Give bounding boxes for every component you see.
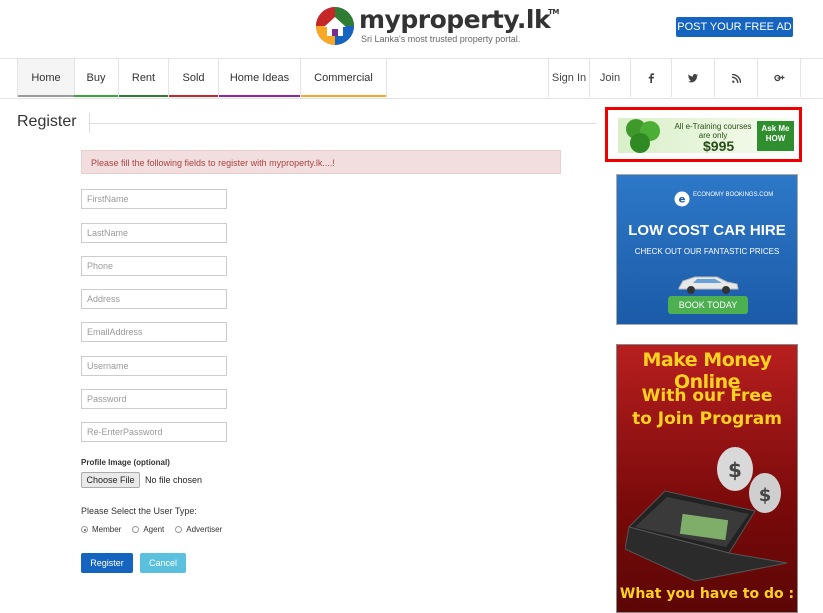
site-tagline: Sri Lanka's most trusted property portal… <box>361 34 521 44</box>
user-type-agent[interactable]: Agent <box>132 525 164 534</box>
ask-me-how-button[interactable]: Ask Me HOW <box>757 121 794 151</box>
radio-button[interactable] <box>132 526 140 533</box>
first-name-input[interactable] <box>81 189 227 209</box>
radio-label: Member <box>92 525 122 534</box>
nav-label: Home Ideas <box>229 72 290 84</box>
facebook-icon[interactable] <box>630 59 671 97</box>
training-ad-banner[interactable]: All e-Training courses are only $995 Ask… <box>605 107 802 162</box>
page-title: Register <box>17 113 77 130</box>
sign-in-link[interactable]: Sign In <box>548 59 589 97</box>
nav-label: Buy <box>86 72 106 84</box>
ad-price: $995 <box>703 138 735 154</box>
trademark: TM <box>548 8 559 16</box>
radio-label: Agent <box>143 525 165 534</box>
ad-headline: LOW COST CAR HIRE <box>628 222 786 239</box>
last-name-input[interactable] <box>81 223 227 243</box>
nav-underline <box>119 95 168 97</box>
twitter-icon[interactable] <box>671 59 714 97</box>
laptop-money-icon: $ $ <box>625 447 788 582</box>
site-name: myproperty.lk <box>359 5 551 34</box>
nav-underline <box>169 95 218 97</box>
post-free-ad-button[interactable]: POST YOUR FREE AD <box>676 17 793 37</box>
svg-text:e: e <box>679 195 686 206</box>
user-type-member[interactable]: Member <box>81 525 121 534</box>
radio-button[interactable] <box>81 526 88 533</box>
ad-footer: What you have to do : <box>619 586 795 602</box>
reenter-password-input[interactable] <box>81 422 227 442</box>
ad-brand: ECONOMY BOOKINGS.COM <box>693 192 774 198</box>
user-type-options: Member Agent Advertiser <box>81 525 233 534</box>
make-money-ad[interactable]: Make Money Online With our Free to Join … <box>616 344 798 613</box>
password-input[interactable] <box>81 389 227 409</box>
economy-logo-icon: e <box>674 191 690 207</box>
choose-file-button[interactable]: Choose File <box>81 472 140 488</box>
nav-sold[interactable]: Sold <box>169 59 219 97</box>
nav-label: Home <box>31 72 61 84</box>
file-status: No file chosen <box>145 475 203 485</box>
user-type-advertiser[interactable]: Advertiser <box>175 525 222 534</box>
ad-subtext: With our Free to Join Program <box>632 386 782 429</box>
nav-rent[interactable]: Rent <box>119 59 169 97</box>
registration-alert: Please fill the following fields to regi… <box>81 150 561 174</box>
nav-label: Sold <box>182 72 205 84</box>
car-hire-ad[interactable]: e ECONOMY BOOKINGS.COM LOW COST CAR HIRE… <box>616 174 798 325</box>
google-plus-icon[interactable] <box>757 59 801 97</box>
header: myproperty.lkTM Sri Lanka's most trusted… <box>0 0 823 58</box>
radio-button[interactable] <box>175 526 183 533</box>
ad-subtext: CHECK OUT OUR FANTASTIC PRICES <box>634 247 780 256</box>
nav-underline <box>219 95 300 97</box>
file-upload: Choose File No file chosen <box>81 472 202 488</box>
username-input[interactable] <box>81 356 227 376</box>
ad-body: All e-Training courses are only $995 Ask… <box>618 118 794 154</box>
svg-text:$: $ <box>728 458 742 482</box>
cancel-button[interactable]: Cancel <box>140 553 186 573</box>
main-nav: Home Buy Rent Sold Home Ideas Commercial… <box>0 58 823 99</box>
profile-image-label: Profile Image (optional) <box>81 458 170 467</box>
radio-label: Advertiser <box>186 525 223 534</box>
nav-home[interactable]: Home <box>17 59 75 97</box>
nav-commercial[interactable]: Commercial <box>301 59 387 97</box>
nav-buy[interactable]: Buy <box>74 59 119 97</box>
car-icon <box>678 276 739 294</box>
email-input[interactable] <box>81 322 227 342</box>
nav-label: Rent <box>131 72 156 84</box>
svg-text:$: $ <box>759 485 772 506</box>
nav-underline <box>74 95 118 97</box>
nav-label: Commercial <box>314 72 373 84</box>
rss-icon[interactable] <box>714 59 757 97</box>
book-today-button[interactable]: BOOK TODAY <box>668 296 748 314</box>
site-logo[interactable]: myproperty.lkTM Sri Lanka's most trusted… <box>315 6 561 50</box>
register-button[interactable]: Register <box>81 553 133 573</box>
join-link[interactable]: Join <box>589 59 630 97</box>
address-input[interactable] <box>81 289 227 309</box>
nav-underline <box>301 95 386 97</box>
title-rule <box>90 123 596 124</box>
phone-input[interactable] <box>81 256 227 276</box>
user-type-label: Please Select the User Type: <box>81 506 197 516</box>
clover-icon <box>626 119 660 153</box>
nav-home-ideas[interactable]: Home Ideas <box>219 59 301 97</box>
house-logo-icon <box>315 6 355 46</box>
nav-underline <box>18 95 74 97</box>
